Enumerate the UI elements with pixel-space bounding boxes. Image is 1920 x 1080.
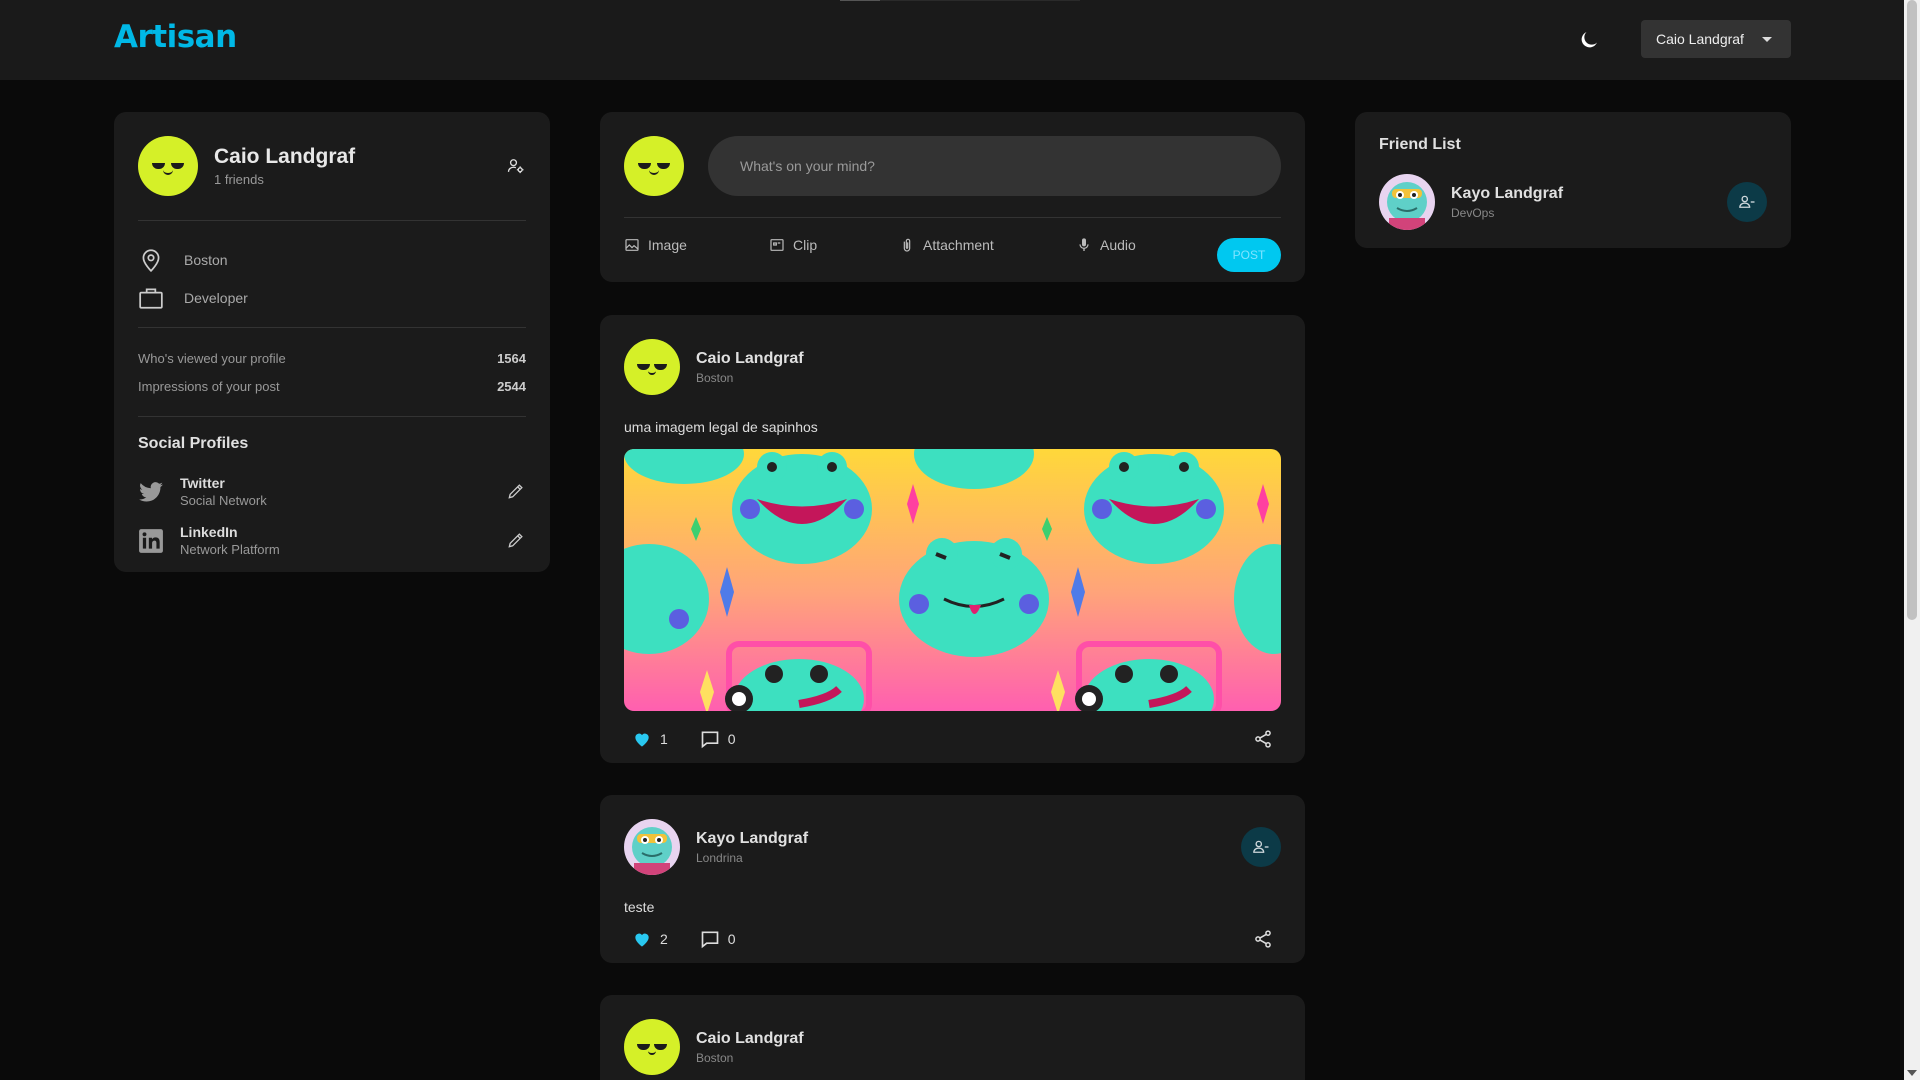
stat-value: 1564	[497, 350, 526, 366]
action-label: Attachment	[923, 237, 994, 253]
remove-friend-button[interactable]	[1241, 827, 1281, 867]
avatar[interactable]	[624, 339, 680, 395]
stat-label: Who's viewed your profile	[138, 350, 286, 366]
like-count: 2	[660, 931, 668, 947]
friend-role: DevOps	[1451, 205, 1495, 220]
post-image[interactable]	[624, 449, 1281, 711]
comment-icon	[701, 931, 719, 949]
post-location: Boston	[696, 370, 734, 385]
paperclip-icon	[903, 238, 911, 252]
briefcase-icon	[139, 288, 163, 309]
image-icon	[625, 239, 639, 251]
manage-account-icon[interactable]	[506, 156, 526, 176]
scroll-down-arrow-icon[interactable]	[1907, 1070, 1917, 1076]
post-author[interactable]: Kayo Landgraf	[696, 830, 808, 848]
post-card: Caio Landgraf Boston uma imagem legal de…	[600, 315, 1305, 763]
comment-count: 0	[727, 731, 736, 747]
stat-post-impressions: Impressions of your post 2544	[138, 372, 526, 400]
social-sub: Network Platform	[180, 542, 280, 557]
profile-card: Caio Landgraf 1 friends Boston Developer…	[114, 112, 550, 572]
post-author[interactable]: Caio Landgraf	[696, 350, 804, 368]
clip-icon	[770, 239, 784, 251]
friend-list-title: Friend List	[1379, 136, 1461, 153]
heart-icon	[635, 733, 649, 747]
comment-count: 0	[727, 931, 736, 947]
loading-progress-bar	[840, 0, 1080, 1]
post-text-input[interactable]	[708, 136, 1281, 196]
comment-icon	[701, 731, 719, 749]
like-button[interactable]: 2	[624, 929, 668, 949]
friend-list-card: Friend List Kayo Landgraf DevOps	[1355, 112, 1791, 248]
page-scrollbar[interactable]	[1904, 0, 1920, 1080]
microphone-icon	[1079, 238, 1089, 251]
pencil-icon[interactable]	[506, 481, 526, 501]
stat-label: Impressions of your post	[138, 378, 280, 394]
divider	[624, 217, 1281, 218]
scrollbar-thumb[interactable]	[1907, 0, 1917, 620]
stat-value: 2544	[497, 378, 526, 394]
friend-name[interactable]: Kayo Landgraf	[1451, 185, 1563, 203]
social-item-twitter: Twitter Social Network	[138, 467, 526, 516]
avatar[interactable]	[624, 1019, 680, 1075]
location-pin-icon	[142, 249, 160, 273]
brand-logo[interactable]: Artisan	[114, 19, 237, 55]
post-button[interactable]: POST	[1217, 238, 1281, 272]
avatar[interactable]	[624, 136, 684, 196]
social-name[interactable]: LinkedIn	[180, 524, 280, 540]
social-profiles-heading: Social Profiles	[138, 435, 249, 452]
post-location: Boston	[696, 1050, 734, 1065]
social-name[interactable]: Twitter	[180, 475, 267, 491]
add-attachment-button[interactable]: Attachment	[899, 237, 994, 253]
post-text: uma imagem legal de sapinhos	[624, 419, 818, 435]
user-menu-dropdown[interactable]: Caio Landgraf	[1641, 20, 1791, 58]
post-card: Caio Landgraf Boston	[600, 995, 1305, 1080]
avatar[interactable]	[138, 136, 198, 196]
heart-icon	[635, 933, 649, 947]
add-image-button[interactable]: Image	[624, 237, 687, 253]
remove-friend-button[interactable]	[1727, 182, 1767, 222]
friend-item: Kayo Landgraf DevOps	[1379, 174, 1767, 230]
post-card: Kayo Landgraf Londrina teste 2 0	[600, 795, 1305, 963]
remove-user-icon	[1739, 195, 1755, 208]
remove-user-icon	[1253, 840, 1269, 853]
stat-profile-views: Who's viewed your profile 1564	[138, 344, 526, 372]
post-location: Londrina	[696, 850, 743, 865]
linkedin-icon	[139, 528, 163, 553]
frogs-illustration	[624, 449, 1281, 711]
social-item-linkedin: LinkedIn Network Platform	[138, 516, 526, 565]
divider	[138, 416, 526, 417]
user-menu-label: Caio Landgraf	[1656, 31, 1744, 47]
action-label: Audio	[1100, 237, 1136, 253]
profile-occupation: Developer	[184, 290, 248, 306]
friends-count: 1 friends	[214, 172, 264, 187]
action-label: Image	[648, 237, 687, 253]
pencil-icon[interactable]	[506, 530, 526, 550]
like-count: 1	[660, 731, 668, 747]
share-icon[interactable]	[1253, 729, 1273, 749]
add-audio-button[interactable]: Audio	[1076, 237, 1136, 253]
profile-location: Boston	[184, 252, 228, 268]
comment-button[interactable]: 0	[692, 929, 736, 949]
comment-button[interactable]: 0	[692, 729, 736, 749]
action-label: Clip	[793, 237, 818, 253]
like-button[interactable]: 1	[624, 729, 668, 749]
moon-icon	[1581, 32, 1597, 48]
post-text: teste	[624, 899, 655, 915]
top-navbar: Artisan Caio Landgraf	[0, 0, 1904, 80]
dark-mode-toggle[interactable]	[1577, 28, 1601, 52]
avatar[interactable]	[1379, 174, 1435, 230]
post-author[interactable]: Caio Landgraf	[696, 1030, 804, 1048]
twitter-icon	[139, 481, 163, 502]
add-clip-button[interactable]: Clip	[769, 237, 817, 253]
post-composer: Image Clip Attachment Audio POST	[600, 112, 1305, 282]
profile-name[interactable]: Caio Landgraf	[214, 145, 355, 169]
share-icon[interactable]	[1253, 929, 1273, 949]
avatar[interactable]	[624, 819, 680, 875]
social-sub: Social Network	[180, 493, 267, 508]
chevron-down-icon	[1761, 36, 1772, 42]
